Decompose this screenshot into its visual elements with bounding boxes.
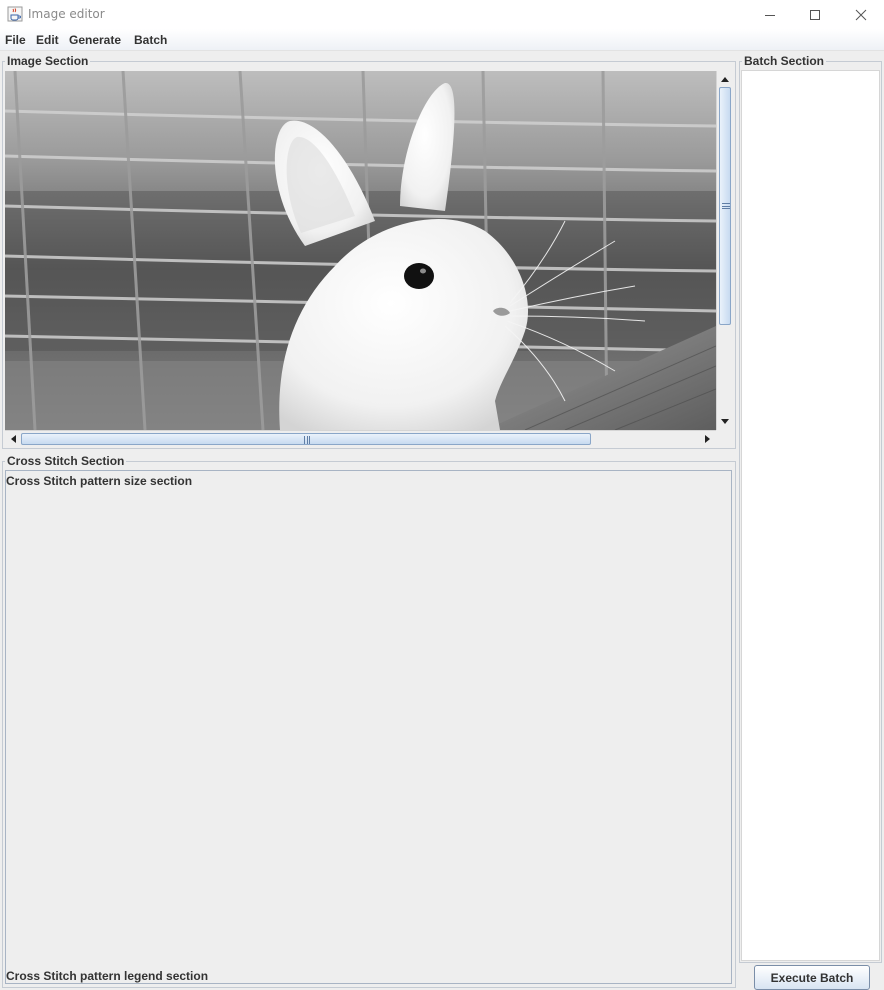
arrow-right-icon [705, 435, 710, 443]
window-title-bar: Image editor [0, 0, 884, 29]
menu-file[interactable]: File [5, 33, 26, 47]
horizontal-scroll-thumb[interactable] [21, 433, 591, 445]
scroll-left-button[interactable] [5, 431, 21, 447]
close-button[interactable] [838, 0, 884, 29]
scroll-right-button[interactable] [700, 431, 716, 447]
scroll-corner [716, 430, 732, 446]
rabbit-image [5, 71, 716, 430]
scroll-up-button[interactable] [717, 71, 733, 87]
maximize-button[interactable] [792, 0, 838, 29]
cross-stitch-pattern-area: Cross Stitch pattern size section Cross … [5, 470, 732, 984]
java-coffee-icon [7, 6, 23, 22]
pattern-legend-label: Cross Stitch pattern legend section [6, 969, 209, 983]
menu-bar: File Edit Generate Batch [0, 29, 884, 51]
pattern-size-label: Cross Stitch pattern size section [6, 474, 193, 488]
image-viewport[interactable] [5, 71, 716, 430]
image-vertical-scrollbar[interactable] [716, 71, 732, 430]
close-icon [855, 9, 867, 20]
vertical-scroll-thumb[interactable] [719, 87, 731, 325]
arrow-up-icon [721, 77, 729, 82]
execute-batch-button[interactable]: Execute Batch [754, 965, 870, 990]
image-section-title: Image Section [5, 54, 91, 69]
window-title: Image editor [28, 7, 105, 21]
grip-icon [722, 203, 730, 209]
menu-generate[interactable]: Generate [69, 33, 121, 47]
arrow-left-icon [11, 435, 16, 443]
menu-edit[interactable]: Edit [36, 33, 59, 47]
batch-list[interactable] [741, 70, 880, 961]
minimize-button[interactable] [747, 0, 793, 29]
minimize-icon [765, 14, 775, 16]
grip-icon [304, 436, 310, 444]
cross-stitch-section-title: Cross Stitch Section [5, 454, 127, 469]
menu-batch[interactable]: Batch [134, 33, 167, 47]
scroll-down-button[interactable] [717, 414, 733, 430]
arrow-down-icon [721, 419, 729, 424]
image-horizontal-scrollbar[interactable] [5, 430, 716, 446]
batch-section-title: Batch Section [742, 54, 827, 69]
maximize-icon [810, 9, 820, 20]
